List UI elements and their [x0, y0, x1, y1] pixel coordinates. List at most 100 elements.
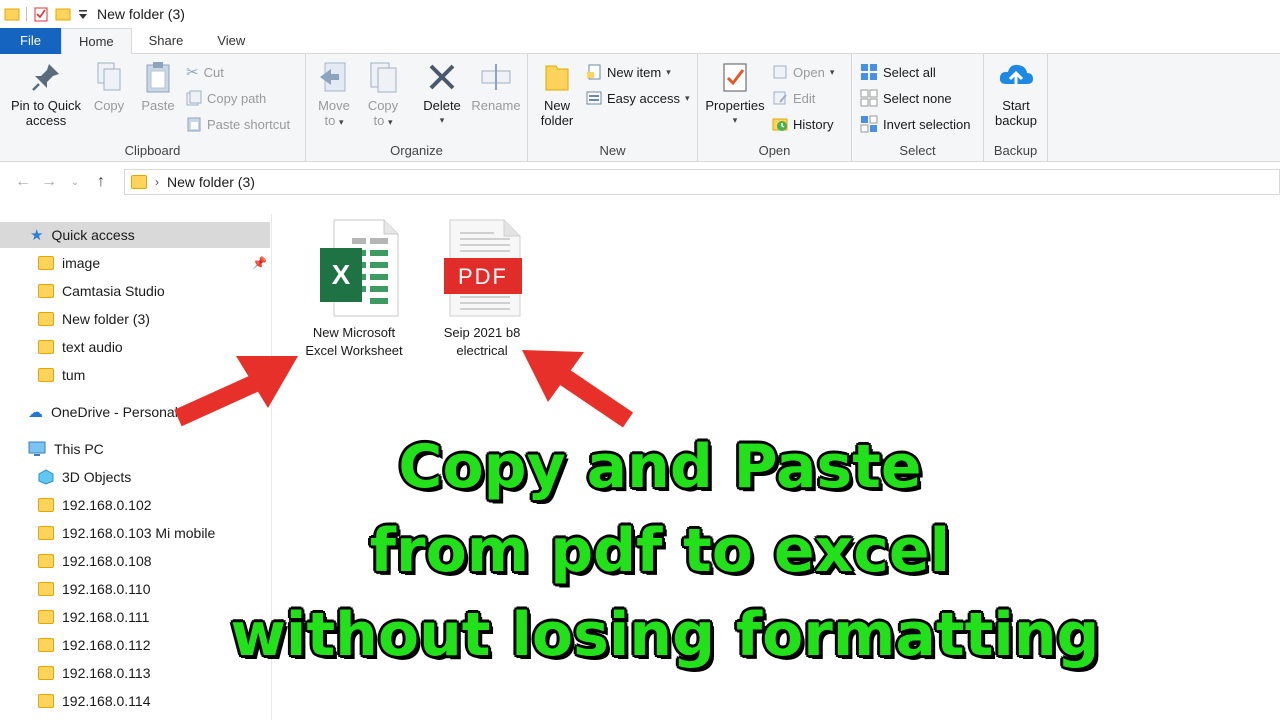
sidebar-item-label: tum: [62, 367, 86, 383]
new-group-label: New: [599, 143, 626, 158]
svg-text:PDF: PDF: [458, 264, 508, 289]
open-button[interactable]: Open ▾: [772, 61, 834, 83]
sidebar-item-network-drive[interactable]: 192.168.0.103 Mi mobile: [0, 520, 215, 546]
file-item-excel[interactable]: X New Microsoft Excel Worksheet: [294, 218, 414, 360]
easy-access-button[interactable]: Easy access ▾: [586, 87, 690, 109]
quick-access-toolbar: [0, 6, 89, 22]
cut-button[interactable]: ✂ Cut: [186, 61, 224, 83]
caption-line-2: from pdf to excel: [369, 516, 951, 586]
sidebar-item-label: 192.168.0.110: [62, 581, 151, 597]
select-group-label: Select: [899, 143, 936, 158]
sidebar-item-label: 192.168.0.114: [62, 693, 151, 709]
sidebar-item-label: 192.168.0.112: [62, 637, 151, 653]
sidebar-item-quick-access[interactable]: ★ Quick access: [0, 222, 270, 248]
rename-button[interactable]: Rename: [468, 60, 524, 113]
copy-path-button[interactable]: Copy path: [186, 87, 266, 109]
tab-share[interactable]: Share: [132, 28, 201, 54]
invert-selection-icon: [860, 115, 878, 133]
star-icon: ★: [30, 227, 44, 244]
delete-button[interactable]: Delete ▾: [418, 60, 466, 128]
sidebar-item-network-drive[interactable]: 192.168.0.102: [0, 492, 152, 518]
new-folder-label-line1: New: [543, 98, 570, 113]
history-button[interactable]: History: [772, 113, 833, 135]
folder-icon: [38, 340, 54, 354]
up-arrow-icon[interactable]: ↑: [88, 173, 114, 191]
copy-to-button[interactable]: Copy to ▾: [362, 60, 404, 130]
folder-icon: [4, 8, 20, 21]
scissors-icon: ✂: [186, 64, 199, 81]
sidebar-item-label: 192.168.0.113: [62, 665, 151, 681]
select-all-label: Select all: [883, 64, 936, 80]
rename-label: Rename: [471, 98, 521, 113]
file-name-line1: Seip 2021 b8: [443, 325, 521, 340]
sidebar-item-this-pc[interactable]: This PC: [0, 436, 104, 462]
excel-icon: X: [320, 219, 399, 317]
forward-arrow-icon[interactable]: →: [36, 173, 62, 191]
sidebar-item-label: 192.168.0.102: [62, 497, 152, 513]
invert-selection-button[interactable]: Invert selection: [860, 113, 970, 135]
sidebar-item-network-drive[interactable]: 192.168.0.113: [0, 660, 151, 686]
sidebar-item-network-drive[interactable]: 192.168.0.110: [0, 576, 151, 602]
sidebar-item-tum[interactable]: tum: [0, 362, 85, 388]
open-group: Properties ▾ Open ▾ Edit History Open: [698, 54, 852, 162]
sidebar-item-new-folder-3[interactable]: New folder (3): [0, 306, 150, 332]
copy-icon: [97, 62, 121, 91]
recent-locations-chevron-icon[interactable]: ⌄: [62, 177, 88, 188]
select-all-icon: [861, 64, 877, 80]
paste-label: Paste: [141, 98, 175, 113]
tab-home[interactable]: Home: [60, 28, 132, 55]
move-label-line2: to ▾: [324, 113, 344, 128]
sidebar-item-image[interactable]: image: [0, 250, 100, 276]
move-label-line1: Move: [318, 98, 350, 113]
select-none-button[interactable]: Select none: [860, 87, 952, 109]
paste-shortcut-label: Paste shortcut: [207, 116, 291, 132]
ribbon-tabs: File Home Share View: [0, 28, 1280, 55]
open-icon: [773, 65, 787, 79]
sidebar-item-onedrive[interactable]: ☁ OneDrive - Personal: [0, 399, 178, 425]
properties-button[interactable]: Properties ▾: [702, 60, 768, 128]
open-dropdown-icon: ▾: [829, 66, 835, 77]
window-title: New folder (3): [97, 6, 185, 22]
file-item-pdf[interactable]: PDF Seip 2021 b8 electrical: [432, 218, 532, 360]
copy-label: Copy: [93, 98, 125, 113]
sidebar-item-network-drive[interactable]: 192.168.0.108: [0, 548, 152, 574]
cloud-upload-icon: [999, 64, 1033, 88]
address-bar[interactable]: › New folder (3): [124, 169, 1280, 195]
sidebar-item-text-audio[interactable]: text audio: [0, 334, 123, 360]
sidebar-item-label: Quick access: [51, 227, 135, 243]
breadcrumb-current[interactable]: New folder (3): [167, 174, 255, 190]
sidebar-item-camtasia-studio[interactable]: Camtasia Studio: [0, 278, 165, 304]
ribbon: Pin to Quick access Copy Paste ✂ Cut Cop…: [0, 54, 1280, 162]
paste-button[interactable]: Paste: [136, 60, 180, 113]
network-folder-icon: [38, 526, 54, 540]
start-backup-button[interactable]: Start backup: [988, 60, 1044, 128]
new-folder-button[interactable]: New folder: [534, 60, 580, 128]
svg-text:X: X: [332, 259, 351, 290]
copy-path-label: Copy path: [207, 90, 267, 106]
copy-button[interactable]: Copy: [88, 60, 130, 113]
tab-file[interactable]: File: [0, 28, 61, 54]
edit-button[interactable]: Edit: [772, 87, 815, 109]
new-item-label: New item: [607, 64, 662, 80]
sidebar-item-network-drive[interactable]: 192.168.0.111: [0, 604, 149, 630]
pin-to-quick-access-button[interactable]: Pin to Quick access: [6, 60, 86, 128]
properties-icon[interactable]: [33, 6, 49, 22]
sidebar-item-3d-objects[interactable]: 3D Objects: [0, 464, 131, 490]
paste-shortcut-button[interactable]: Paste shortcut: [186, 113, 290, 135]
invert-selection-label: Invert selection: [883, 116, 971, 132]
new-item-button[interactable]: New item ▾: [586, 61, 671, 83]
tab-view[interactable]: View: [200, 28, 262, 54]
move-to-button[interactable]: Move to ▾: [314, 60, 354, 130]
select-all-button[interactable]: Select all: [860, 61, 936, 83]
sidebar-item-label: 192.168.0.111: [62, 609, 150, 625]
paste-icon: [146, 62, 170, 93]
new-folder-icon: [545, 65, 569, 91]
cloud-icon: ☁: [28, 404, 43, 421]
network-folder-icon: [38, 554, 54, 568]
sidebar-item-network-drive[interactable]: 192.168.0.114: [0, 688, 151, 714]
new-folder-icon[interactable]: [55, 6, 71, 22]
sidebar-item-label: Camtasia Studio: [62, 283, 165, 299]
customize-dropdown-icon[interactable]: [77, 6, 89, 22]
sidebar-item-network-drive[interactable]: 192.168.0.112: [0, 632, 151, 658]
back-arrow-icon[interactable]: ←: [10, 173, 36, 191]
